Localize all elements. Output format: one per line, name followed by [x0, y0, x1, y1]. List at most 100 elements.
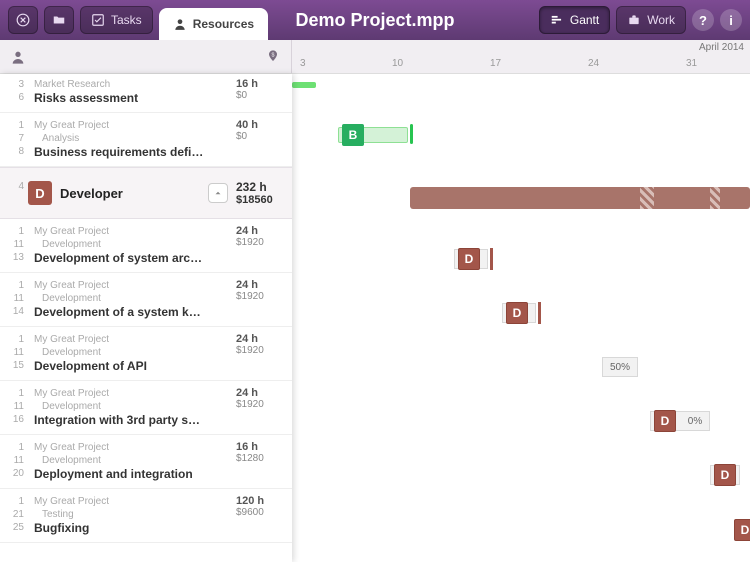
task-hours: 120 h [236, 495, 284, 507]
tasks-tab[interactable]: Tasks [80, 6, 153, 34]
task-name: Development of system architec... [34, 251, 204, 266]
task-row[interactable]: 3 6 Market Research Risks assessment 16 … [0, 74, 292, 113]
row-id: 8 [6, 145, 24, 158]
info-button[interactable]: i [720, 9, 742, 31]
row-id: 6 [6, 91, 24, 104]
task-crumb: Development [34, 292, 236, 305]
gantt-badge[interactable]: D [734, 519, 750, 541]
task-cost: $1920 [236, 237, 284, 248]
row-id: 13 [6, 251, 24, 264]
task-crumb: Market Research [34, 78, 236, 91]
task-row[interactable]: 1 7 8 My Great Project Analysis Business… [0, 113, 292, 167]
gantt-bar[interactable] [292, 82, 316, 88]
row-id: 1 [6, 441, 24, 454]
task-row[interactable]: 11115My Great ProjectDevelopmentDevelopm… [0, 327, 292, 381]
work-label: Work [647, 13, 675, 27]
task-cost: $0 [236, 131, 284, 142]
task-row[interactable]: 11120My Great ProjectDevelopmentDeployme… [0, 435, 292, 489]
task-crumb: Development [34, 238, 236, 251]
timeline-day: 17 [490, 58, 501, 69]
row-id: 11 [6, 238, 24, 251]
timeline-month: April 2014 [699, 42, 744, 53]
row-id: 11 [6, 400, 24, 413]
gantt-badge[interactable]: B [342, 124, 364, 146]
collapse-button[interactable] [208, 183, 228, 203]
timeline-day: 10 [392, 58, 403, 69]
task-row[interactable]: 12125My Great ProjectTestingBugfixing120… [0, 489, 292, 543]
gantt-progress-label: 0% [680, 411, 710, 431]
task-hours: 16 h [236, 441, 284, 453]
task-name: Business requirements definition [34, 145, 204, 160]
task-hours: 24 h [236, 279, 284, 291]
row-id: 11 [6, 292, 24, 305]
timeline-header[interactable]: April 2014 3 10 17 24 31 [292, 40, 750, 73]
resources-tab[interactable]: Resources [159, 8, 268, 40]
gantt-badge[interactable]: D [506, 302, 528, 324]
row-id: 15 [6, 359, 24, 372]
task-list-pane: 3 6 Market Research Risks assessment 16 … [0, 74, 292, 562]
row-id: 20 [6, 467, 24, 480]
task-crumb: My Great Project [34, 495, 236, 508]
close-icon [16, 13, 30, 27]
chevron-up-icon [213, 188, 223, 198]
row-id: 1 [6, 495, 24, 508]
document-title: Demo Project.mpp [295, 10, 454, 31]
cost-column-icon[interactable]: $ [265, 49, 281, 65]
folder-icon [52, 13, 66, 27]
row-id: 21 [6, 508, 24, 521]
task-crumb: My Great Project [34, 333, 236, 346]
gantt-label: Gantt [570, 13, 599, 27]
timeline-day: 3 [300, 58, 306, 69]
resource-column-icon[interactable] [10, 49, 26, 65]
row-id: 4 [6, 180, 24, 193]
close-button[interactable] [8, 6, 38, 34]
resource-name: Developer [60, 186, 208, 201]
task-row[interactable]: 11116My Great ProjectDevelopmentIntegrat… [0, 381, 292, 435]
task-crumb: Development [34, 400, 236, 413]
task-crumb: My Great Project [34, 387, 236, 400]
timeline-day: 31 [686, 58, 697, 69]
help-button[interactable]: ? [692, 9, 714, 31]
task-cost: $1280 [236, 453, 284, 464]
task-row[interactable]: 11113My Great ProjectDevelopmentDevelopm… [0, 219, 292, 273]
gantt-badge[interactable]: D [714, 464, 736, 486]
row-id: 11 [6, 346, 24, 359]
folder-button[interactable] [44, 6, 74, 34]
top-toolbar: Tasks Resources Demo Project.mpp Gantt W… [0, 0, 750, 40]
row-id: 25 [6, 521, 24, 534]
task-hours: 24 h [236, 225, 284, 237]
resource-hours: 232 h [236, 180, 284, 194]
task-name: Integration with 3rd party systems [34, 413, 204, 428]
gantt-icon [550, 13, 564, 27]
resource-badge: D [28, 181, 52, 205]
task-hours: 16 h [236, 78, 284, 90]
row-id: 7 [6, 132, 24, 145]
row-id: 1 [6, 333, 24, 346]
gantt-badge[interactable]: D [458, 248, 480, 270]
resource-cost: $18560 [236, 194, 284, 206]
tasks-label: Tasks [111, 13, 142, 27]
gantt-bar-end [410, 124, 413, 144]
row-id: 11 [6, 454, 24, 467]
gantt-progress-box[interactable]: 50% [602, 357, 638, 377]
row-id: 1 [6, 225, 24, 238]
row-id: 3 [6, 78, 24, 91]
gantt-chart[interactable]: B D D 50% D 0% D D [292, 74, 750, 562]
row-id: 1 [6, 279, 24, 292]
task-row[interactable]: 11114My Great ProjectDevelopmentDevelopm… [0, 273, 292, 327]
task-crumb: Analysis [34, 132, 236, 145]
work-view-button[interactable]: Work [616, 6, 686, 34]
gantt-view-button[interactable]: Gantt [539, 6, 610, 34]
briefcase-icon [627, 13, 641, 27]
row-id: 16 [6, 413, 24, 426]
column-header: $ April 2014 3 10 17 24 31 [0, 40, 750, 74]
checkbox-icon [91, 13, 105, 27]
gantt-summary-bar[interactable] [410, 187, 750, 209]
resource-group-header[interactable]: 4 D Developer 232 h $18560 [0, 167, 292, 219]
task-crumb: My Great Project [34, 225, 236, 238]
gantt-badge[interactable]: D [654, 410, 676, 432]
task-name: Deployment and integration [34, 467, 204, 482]
task-cost: $0 [236, 90, 284, 101]
task-crumb: My Great Project [34, 279, 236, 292]
task-hours: 24 h [236, 387, 284, 399]
